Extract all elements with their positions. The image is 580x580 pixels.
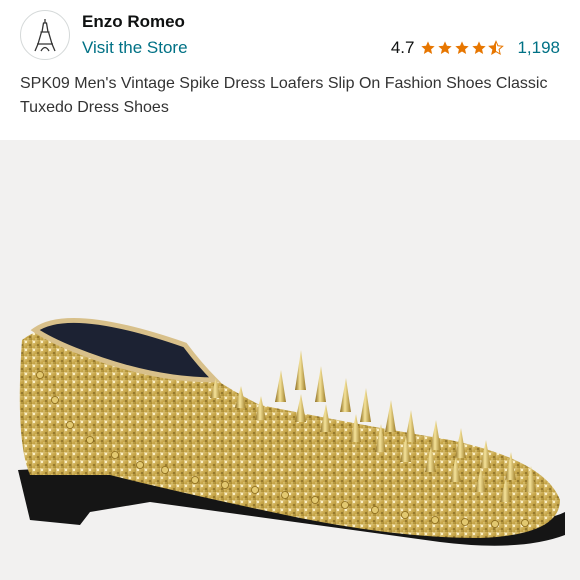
spike (340, 378, 351, 412)
visit-store-link[interactable]: Visit the Store (82, 38, 188, 58)
star-full-icon (472, 41, 487, 54)
stud (136, 461, 144, 469)
product-image[interactable] (0, 140, 580, 580)
rating-value: 4.7 (390, 38, 415, 57)
stud (36, 371, 44, 379)
stud (281, 491, 289, 499)
rating-summary[interactable]: 4.7 1,198 (391, 38, 560, 58)
spike (295, 394, 306, 422)
star-half-icon (488, 40, 505, 56)
stud (191, 476, 199, 484)
brand-name: Enzo Romeo (82, 12, 185, 31)
brand-logo[interactable] (20, 10, 70, 60)
spike (385, 400, 396, 432)
gold-spike-loafer-image (18, 317, 565, 546)
star-full-icon (438, 41, 453, 54)
product-title: SPK09 Men's Vintage Spike Dress Loafers … (20, 75, 548, 116)
spike (295, 350, 306, 390)
stud (341, 501, 349, 509)
stud (521, 519, 529, 527)
stud (491, 520, 499, 528)
stud (251, 486, 259, 494)
store-header: Enzo Romeo Visit the Store 4.7 1,198 (0, 0, 580, 72)
star-full-icon (455, 41, 470, 54)
stud (371, 506, 379, 514)
stud (86, 436, 94, 444)
rating-count-link[interactable]: 1,198 (517, 38, 560, 58)
spike (275, 370, 286, 402)
stud (161, 466, 169, 474)
stud (461, 518, 469, 526)
stud (401, 511, 409, 519)
star-full-icon (421, 41, 436, 54)
spike (315, 366, 326, 402)
spike (430, 420, 441, 450)
stud (221, 481, 229, 489)
star-rating (420, 40, 505, 56)
stud (431, 516, 439, 524)
stud (51, 396, 59, 404)
stud (66, 421, 74, 429)
stud (311, 496, 319, 504)
spike (405, 410, 416, 442)
eiffel-tower-icon (34, 19, 56, 52)
spike (360, 388, 371, 422)
stud (111, 451, 119, 459)
